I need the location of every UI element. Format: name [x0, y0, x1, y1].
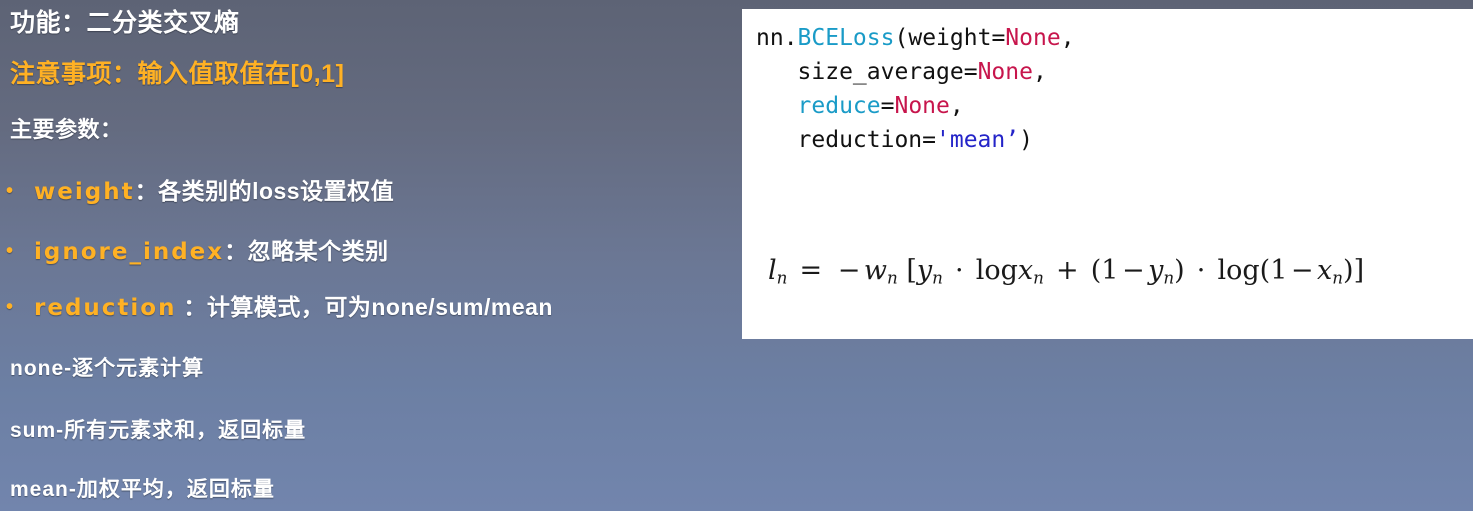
- code-equals: =: [963, 59, 978, 85]
- formula-paren-close: ): [1174, 255, 1185, 286]
- code-value-none: None: [894, 93, 950, 119]
- param-description: 忽略某个类别: [247, 238, 389, 264]
- formula-log: log: [975, 255, 1018, 286]
- reduction-mode-none: none-逐个元素计算: [10, 357, 205, 380]
- formula-y-sub: n: [932, 267, 943, 288]
- formula-open-bracket: [: [906, 255, 917, 286]
- bullet-dot-icon: •: [6, 180, 14, 202]
- formula-w: w: [863, 255, 887, 286]
- code-formula-card: nn.BCELoss(weight=None, size_average=Non…: [742, 9, 1473, 339]
- code-function-name: BCELoss: [797, 25, 895, 51]
- list-item: • ignore_index：忽略某个类别: [6, 232, 389, 266]
- formula-close-bracket: ]: [1353, 255, 1365, 286]
- formula-cdot-2: ·: [1196, 255, 1206, 286]
- param-description: 计算模式，可为none/sum/mean: [206, 294, 553, 320]
- formula-log-2: log: [1217, 255, 1260, 286]
- formula-minus: −: [837, 255, 861, 286]
- code-line-1: nn.BCELoss(weight=None,: [756, 25, 1075, 51]
- formula-w-sub: n: [886, 267, 898, 288]
- bullet-dot-icon: •: [6, 240, 14, 262]
- bullet-dot-icon: •: [6, 296, 14, 318]
- slide-root: 功能：二分类交叉熵 注意事项：输入值取值在[0,1] 主要参数： • weight…: [0, 0, 1473, 511]
- formula-one-2: 1: [1270, 255, 1288, 286]
- formula-cdot: ·: [955, 255, 964, 286]
- formula-y2: y: [1148, 255, 1164, 286]
- loss-formula: ln = − wn [yn · logxn + (1− yn) · log(1− xn…: [768, 255, 1364, 288]
- code-arg-reduce: reduce: [797, 93, 881, 119]
- note-line: 注意事项：输入值取值在[0,1]: [10, 60, 345, 88]
- code-comma: ,: [1032, 59, 1047, 85]
- code-equals: =: [880, 93, 895, 119]
- code-value-mean: 'mean’: [936, 127, 1020, 153]
- code-line-3: reduce=None,: [756, 93, 964, 119]
- param-name: reduction: [34, 295, 177, 321]
- param-name: ignore_index: [34, 239, 225, 265]
- page-title: 功能：二分类交叉熵: [10, 9, 240, 37]
- code-open-paren: (: [894, 25, 909, 51]
- code-module-prefix: nn.: [756, 25, 798, 51]
- code-line-2: size_average=None,: [756, 59, 1047, 85]
- formula-x-sub: n: [1033, 267, 1044, 288]
- formula-x2: x: [1317, 255, 1333, 286]
- code-equals: =: [991, 25, 1006, 51]
- formula-equals: =: [799, 255, 823, 286]
- formula-plus: +: [1056, 255, 1079, 286]
- param-name: weight: [34, 179, 135, 205]
- code-arg-weight: weight: [908, 25, 992, 51]
- code-value-none: None: [977, 59, 1033, 85]
- code-arg-reduction: reduction: [797, 127, 923, 153]
- formula-paren-open: (: [1090, 255, 1102, 286]
- formula-paren-open-2: (: [1259, 255, 1271, 286]
- left-content-column: 功能：二分类交叉熵 注意事项：输入值取值在[0,1] 主要参数： • weight…: [0, 0, 742, 511]
- code-arg-size-average: size_average: [797, 59, 964, 85]
- formula-one: 1: [1101, 255, 1119, 286]
- reduction-mode-sum: sum-所有元素求和，返回标量: [10, 419, 307, 442]
- formula-y2-sub: n: [1163, 267, 1175, 288]
- code-comma: ,: [949, 93, 964, 119]
- formula-minus-2: −: [1121, 255, 1145, 286]
- formula-minus-3: −: [1290, 255, 1314, 286]
- formula-x: x: [1017, 255, 1034, 286]
- code-block: nn.BCELoss(weight=None, size_average=Non…: [756, 21, 1075, 157]
- param-separator: ：: [224, 238, 248, 264]
- code-value-none: None: [1005, 25, 1061, 51]
- formula-l-sub: n: [776, 267, 788, 288]
- list-item: • weight：各类别的loss设置权值: [6, 172, 394, 206]
- code-comma: ,: [1060, 25, 1075, 51]
- param-separator: ：: [176, 294, 207, 320]
- list-item: • reduction ：计算模式，可为none/sum/mean: [6, 288, 553, 322]
- formula-paren-close-2: ): [1343, 255, 1354, 286]
- formula-y: y: [916, 255, 933, 286]
- formula-l: l: [768, 255, 777, 286]
- param-separator: ：: [134, 178, 159, 204]
- reduction-mode-mean: mean-加权平均，返回标量: [10, 478, 275, 501]
- param-description: 各类别的loss设置权值: [158, 178, 395, 204]
- formula-x2-sub: n: [1332, 267, 1344, 288]
- code-line-4: reduction='mean’): [756, 127, 1033, 153]
- code-close-paren: ): [1019, 127, 1033, 153]
- code-equals: =: [922, 127, 937, 153]
- params-heading: 主要参数：: [10, 117, 123, 142]
